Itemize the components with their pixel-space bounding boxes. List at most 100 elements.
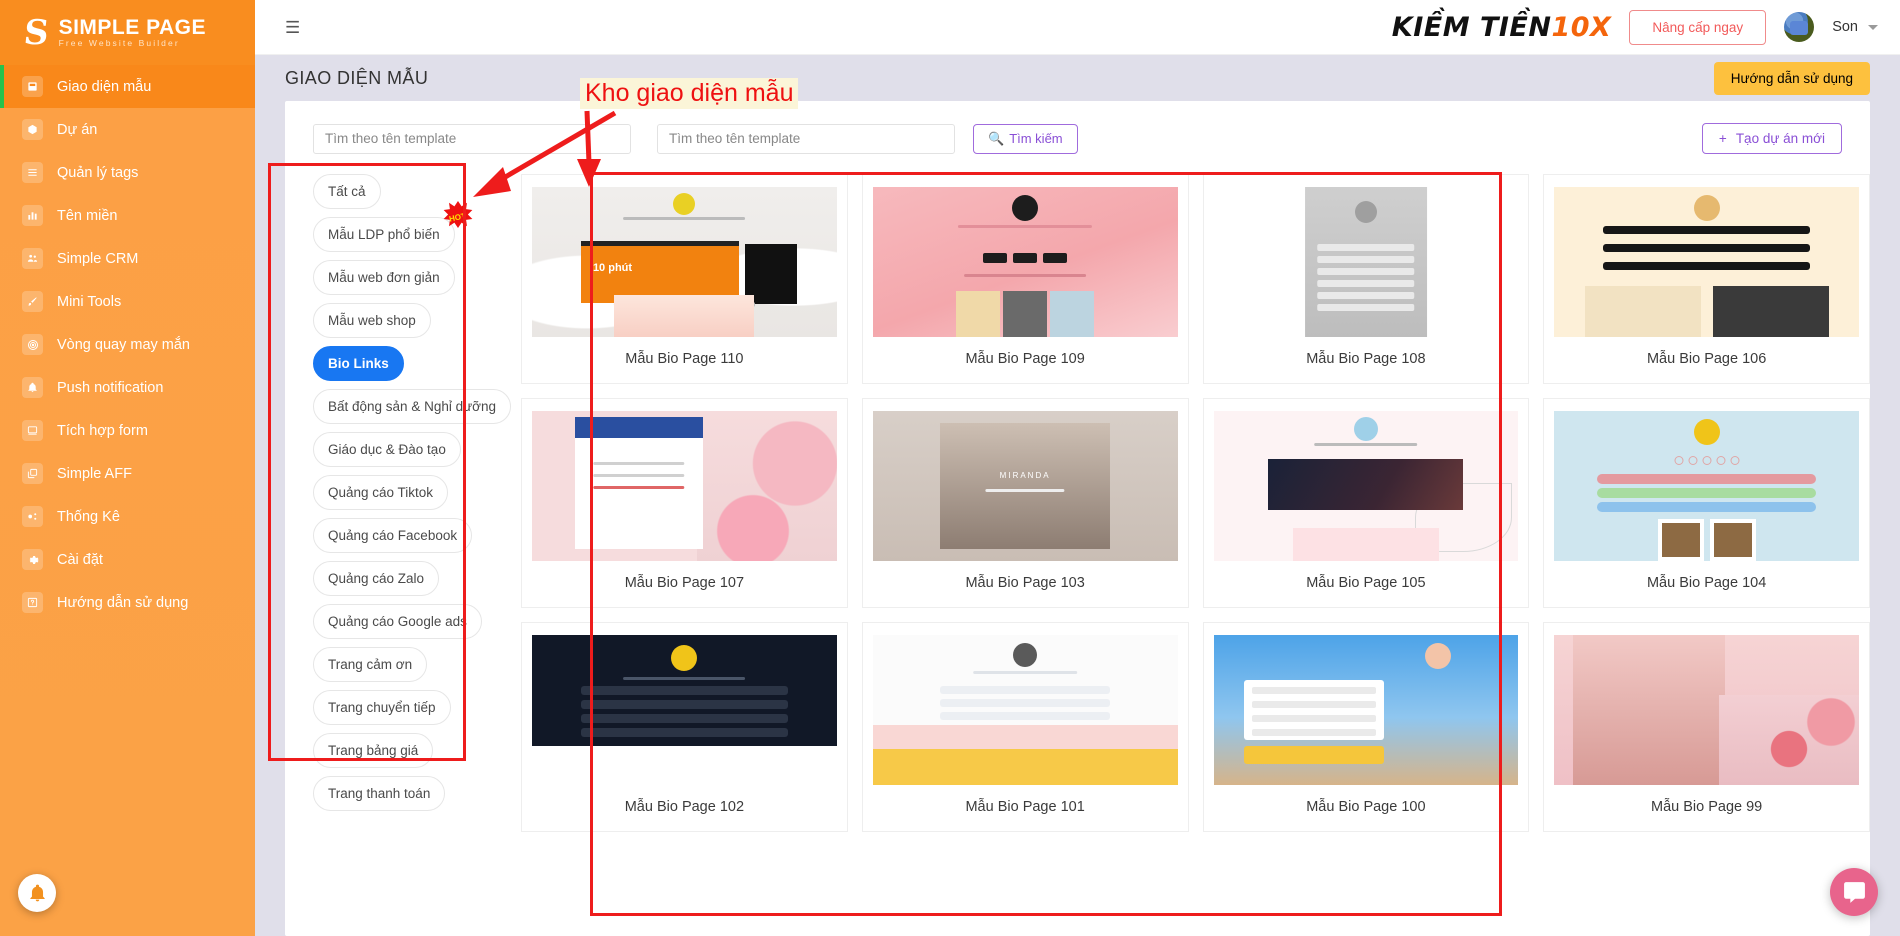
template-card[interactable]: Mẫu Bio Page 108 xyxy=(1202,174,1530,384)
category-chip-label: Bất động sản & Nghỉ dưỡng xyxy=(328,399,496,414)
template-card-label: Mẫu Bio Page 105 xyxy=(1306,575,1426,591)
search-input-main[interactable]: Tìm theo tên template xyxy=(657,123,955,154)
category-chip-12[interactable]: Trang chuyển tiếp xyxy=(313,690,451,725)
category-chip-label: Mẫu LDP phổ biến xyxy=(328,227,440,242)
category-filter-list: Tất cả Mẫu LDP phổ biến HOT Mẫu web đơn giả… xyxy=(313,174,513,832)
template-card[interactable]: Mẫu Bio Page 107 xyxy=(521,398,848,608)
category-chip-label: Trang bảng giá xyxy=(328,743,419,758)
category-chip-2[interactable]: Mẫu web đơn giản xyxy=(313,260,455,295)
bell-icon xyxy=(29,884,45,901)
sidebar-item-1[interactable]: Dự án xyxy=(0,108,255,151)
promo-banner: KIỀM TIỀN10X xyxy=(1392,12,1612,43)
sidebar-item-label: Tên miền xyxy=(57,207,118,224)
chevron-down-icon[interactable] xyxy=(1868,24,1878,30)
template-thumbnail xyxy=(532,635,837,785)
template-card[interactable]: Mẫu Bio Page 109 xyxy=(861,174,1189,384)
template-icon xyxy=(22,76,43,97)
template-card[interactable]: 10 phút Mẫu Bio Page 110 xyxy=(521,174,848,384)
sidebar-item-label: Quản lý tags xyxy=(57,164,139,181)
sidebar-item-2[interactable]: Quản lý tags xyxy=(0,151,255,194)
template-card[interactable]: Mẫu Bio Page 102 xyxy=(521,622,848,832)
sidebar-item-7[interactable]: Push notification xyxy=(0,366,255,409)
template-thumbnail xyxy=(1213,635,1519,785)
category-chip-14[interactable]: Trang thanh toán xyxy=(313,776,446,811)
category-chip-1[interactable]: Mẫu LDP phổ biến HOT xyxy=(313,201,472,252)
sidebar-item-0[interactable]: Giao diện mẫu xyxy=(0,65,255,108)
template-card[interactable]: Mẫu Bio Page 99 xyxy=(1543,622,1870,832)
category-chip-7[interactable]: Quảng cáo Tiktok xyxy=(313,475,449,510)
upgrade-button[interactable]: Nâng cấp ngay xyxy=(1629,9,1767,45)
gear-icon xyxy=(22,549,43,570)
search-button[interactable]: 🔍 Tìm kiếm xyxy=(973,123,1078,154)
form-icon xyxy=(22,420,43,441)
category-chip-4[interactable]: Bio Links xyxy=(313,346,404,381)
sidebar-item-4[interactable]: Simple CRM xyxy=(0,237,255,280)
sidebar-item-3[interactable]: Tên miền xyxy=(0,194,255,237)
sidebar-item-label: Hướng dẫn sử dụng xyxy=(57,594,189,611)
template-card[interactable]: Mẫu Bio Page 104 xyxy=(1543,398,1870,608)
sidebar-item-8[interactable]: Tích hợp form xyxy=(0,409,255,452)
template-card-label: Mẫu Bio Page 101 xyxy=(965,799,1085,815)
template-card-label: Mẫu Bio Page 99 xyxy=(1651,799,1763,815)
people-icon xyxy=(22,248,43,269)
template-card-label: Mẫu Bio Page 106 xyxy=(1646,351,1767,367)
category-chip-label: Quảng cáo Tiktok xyxy=(328,485,434,500)
toolbar: Tìm theo tên template Tìm theo tên templ… xyxy=(285,101,1870,164)
sidebar-item-9[interactable]: Simple AFF xyxy=(0,452,255,495)
search-input-left[interactable]: Tìm theo tên template xyxy=(313,123,631,154)
template-card[interactable]: Mẫu Bio Page 100 xyxy=(1202,622,1530,832)
bell-icon xyxy=(22,377,43,398)
category-chip-6[interactable]: Giáo dục & Đào tạo xyxy=(313,432,461,467)
page-title: GIAO DIỆN MẪU xyxy=(285,67,429,88)
list-icon xyxy=(22,162,43,183)
category-chip-5[interactable]: Bất động sản & Nghỉ dưỡng xyxy=(313,389,511,424)
create-project-label: Tạo dự án mới xyxy=(1735,131,1825,146)
template-card-label: Mẫu Bio Page 100 xyxy=(1306,799,1426,815)
template-grid-wrapper: 10 phút Mẫu Bio Page 110 Mẫu Bio Page 109 M… xyxy=(513,174,1870,832)
category-chip-label: Quảng cáo Zalo xyxy=(328,571,425,586)
sidebar-item-10[interactable]: Thống Kê xyxy=(0,495,255,538)
category-chip-0[interactable]: Tất cả xyxy=(313,174,381,209)
category-chip-label: Giáo dục & Đào tạo xyxy=(328,442,446,457)
template-card[interactable]: Mẫu Bio Page 106 xyxy=(1543,174,1870,384)
category-chip-label: Tất cả xyxy=(328,184,366,199)
category-chip-3[interactable]: Mẫu web shop xyxy=(313,303,431,338)
create-project-button[interactable]: + Tạo dự án mới xyxy=(1701,123,1842,154)
sidebar-item-label: Vòng quay may mắn xyxy=(57,336,190,353)
category-chip-8[interactable]: Quảng cáo Facebook xyxy=(313,518,473,553)
template-card[interactable]: MIRANDA Mẫu Bio Page 103 xyxy=(861,398,1189,608)
template-thumbnail: MIRANDA xyxy=(872,411,1178,561)
category-chip-label: Quảng cáo Facebook xyxy=(328,528,458,543)
template-card[interactable]: Mẫu Bio Page 105 xyxy=(1202,398,1530,608)
template-card-label: Mẫu Bio Page 103 xyxy=(965,575,1085,591)
category-chip-13[interactable]: Trang bảng giá xyxy=(313,733,434,768)
category-chip-11[interactable]: Trang cảm ơn xyxy=(313,647,428,682)
sidebar-item-6[interactable]: Vòng quay may mắn xyxy=(0,323,255,366)
user-name-label[interactable]: Son xyxy=(1832,19,1858,35)
sidebar-item-11[interactable]: Cài đặt xyxy=(0,538,255,581)
question-icon xyxy=(22,592,43,613)
template-card-label: Mẫu Bio Page 108 xyxy=(1306,351,1426,367)
template-card[interactable]: Mẫu Bio Page 101 xyxy=(861,622,1189,832)
sidebar-item-label: Tích hợp form xyxy=(57,422,148,439)
template-card-label: Mẫu Bio Page 102 xyxy=(624,799,745,815)
chat-widget[interactable] xyxy=(1830,868,1878,916)
sidebar-item-12[interactable]: Hướng dẫn sử dụng xyxy=(0,581,255,624)
template-thumbnail xyxy=(1213,411,1519,561)
notification-bell-widget[interactable] xyxy=(18,874,56,912)
guide-button[interactable]: Hướng dẫn sử dụng xyxy=(1713,61,1870,95)
promo-main-text: KIỀM TIỀN xyxy=(1391,11,1552,43)
sidebar-item-label: Cài đặt xyxy=(57,551,103,568)
category-chip-label: Bio Links xyxy=(328,356,389,371)
category-chip-10[interactable]: Quảng cáo Google ads xyxy=(313,604,482,639)
sidebar-item-5[interactable]: Mini Tools xyxy=(0,280,255,323)
wheel-icon xyxy=(22,334,43,355)
template-thumbnail xyxy=(872,187,1178,337)
brand-logo-block[interactable]: S SIMPLE PAGE Free Website Builder xyxy=(0,0,255,65)
avatar[interactable] xyxy=(1784,12,1815,42)
template-card-label: Mẫu Bio Page 110 xyxy=(625,351,744,367)
category-chip-9[interactable]: Quảng cáo Zalo xyxy=(313,561,440,596)
category-chip-label: Quảng cáo Google ads xyxy=(328,614,467,629)
hamburger-menu-icon[interactable]: ☰ xyxy=(285,19,300,36)
template-card-label: Mẫu Bio Page 104 xyxy=(1646,575,1767,591)
